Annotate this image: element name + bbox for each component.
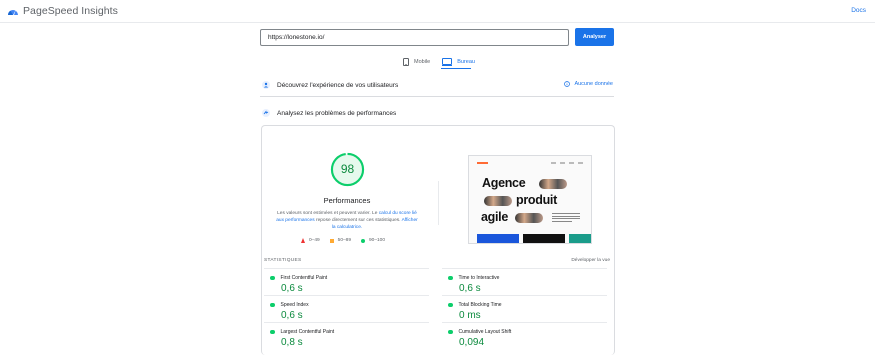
tab-mobile[interactable]: Mobile: [403, 56, 430, 68]
performance-score: 98: [340, 162, 355, 176]
thumbnail-word: produit: [516, 193, 557, 207]
thumbnail-site-logo: [477, 162, 488, 164]
metric-item: Cumulative Layout Shift 0,094: [442, 322, 607, 350]
metric-value: 0,6 s: [281, 283, 303, 294]
legend-good: 90–100: [361, 238, 385, 243]
url-input[interactable]: https://lonestone.io/: [260, 29, 569, 46]
info-icon: [564, 81, 571, 87]
no-data-label: Aucune donnée: [574, 81, 613, 87]
user-experience-heading[interactable]: Découvrez l'expérience de vos utilisateu…: [262, 81, 398, 89]
metric-item: First Contentful Paint 0,6 s: [264, 268, 429, 296]
top-header: PageSpeed Insights Docs: [0, 0, 875, 23]
metric-item: Largest Contentful Paint 0,8 s: [264, 322, 429, 350]
metric-name: Time to Interactive: [458, 275, 500, 281]
triangle-icon: [301, 238, 305, 243]
desktop-icon: [442, 58, 453, 66]
metric-value: 0,6 s: [281, 310, 303, 321]
thumbnail-image-pill: [484, 196, 512, 206]
disclaimer-text-2: repose directement sur ces statistiques.: [314, 218, 402, 223]
mobile-icon: [403, 58, 409, 66]
thumbnail-image-pill: [515, 213, 543, 223]
metric-item: Total Blocking Time 0 ms: [442, 295, 607, 323]
section-divider: [260, 96, 614, 97]
metric-item: Time to Interactive 0,6 s: [442, 268, 607, 296]
metric-name: Speed Index: [280, 302, 309, 308]
report-card: 98 Performances Les valeurs sont estimée…: [261, 125, 615, 355]
vertical-divider: [438, 181, 439, 225]
brand-name: PageSpeed Insights: [23, 5, 118, 17]
pass-circle-icon: [448, 302, 453, 308]
performance-issues-title: Analysez les problèmes de performances: [277, 109, 397, 117]
metric-name: Cumulative Layout Shift: [458, 329, 512, 335]
metric-name: Largest Contentful Paint: [280, 329, 335, 335]
score-legend: 0–49 50–89 90–100: [301, 238, 385, 243]
pass-circle-icon: [448, 329, 453, 335]
metric-value: 0,8 s: [281, 337, 303, 348]
disclaimer-text-1: Les valeurs sont estimées et peuvent var…: [277, 211, 379, 216]
tab-desktop[interactable]: Bureau: [442, 56, 475, 68]
thumbnail-nav: [551, 162, 583, 164]
thumbnail-image-pill: [539, 179, 567, 189]
circle-icon: [361, 238, 366, 243]
user-experience-title: Découvrez l'expérience de vos utilisateu…: [277, 81, 399, 89]
metric-value: 0 ms: [459, 310, 481, 321]
score-disclaimer: Les valeurs sont estimées et peuvent var…: [276, 210, 418, 231]
pagespeed-logo-icon: [8, 9, 18, 15]
pass-circle-icon: [270, 275, 275, 281]
active-tab-indicator: [441, 68, 471, 69]
legend-average: 50–89: [329, 238, 352, 243]
pass-circle-icon: [270, 302, 275, 308]
thumbnail-paragraph: [552, 213, 580, 223]
legend-good-label: 90–100: [369, 238, 386, 243]
performance-issues-heading[interactable]: Analysez les problèmes de performances: [262, 109, 396, 117]
thumbnail-word: Agence: [482, 176, 526, 190]
expand-view-toggle[interactable]: Développer la vue: [571, 258, 610, 263]
brand-logo[interactable]: PageSpeed Insights: [7, 5, 118, 17]
performance-label: Performances: [323, 196, 371, 205]
analyze-button[interactable]: Analyser: [575, 28, 614, 46]
device-tabs: Mobile Bureau: [403, 56, 475, 68]
legend-average-label: 50–89: [337, 238, 352, 243]
metric-name: Total Blocking Time: [458, 302, 502, 308]
no-data-status[interactable]: Aucune donnée: [564, 81, 613, 87]
metric-value: 0,6 s: [459, 283, 481, 294]
square-icon: [329, 238, 334, 243]
tab-desktop-label: Bureau: [457, 59, 475, 65]
performance-icon: [262, 109, 270, 117]
metric-item: Speed Index 0,6 s: [264, 295, 429, 323]
pass-circle-icon: [270, 329, 275, 335]
statistics-title: STATISTIQUES: [264, 258, 302, 263]
tab-mobile-label: Mobile: [414, 59, 431, 65]
metric-value: 0,094: [459, 337, 485, 348]
legend-poor: 0–49: [301, 238, 320, 243]
users-icon: [262, 81, 270, 89]
legend-poor-label: 0–49: [309, 238, 320, 243]
metric-name: First Contentful Paint: [280, 275, 328, 281]
page-screenshot-thumbnail: Agence produit agile: [468, 155, 592, 244]
pass-circle-icon: [448, 275, 453, 281]
thumbnail-blocks: [477, 234, 591, 243]
thumbnail-word: agile: [481, 210, 508, 224]
docs-link[interactable]: Docs: [851, 7, 866, 14]
